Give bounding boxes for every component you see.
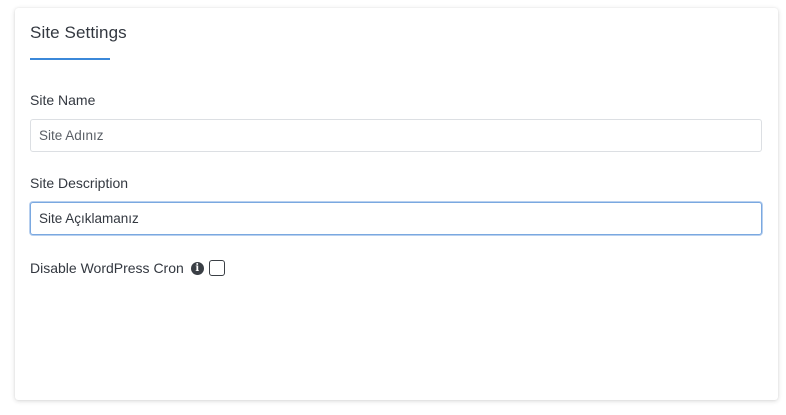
disable-cron-label: Disable WordPress Cron bbox=[30, 260, 184, 276]
site-name-input[interactable] bbox=[30, 119, 762, 152]
site-description-input[interactable] bbox=[30, 202, 762, 235]
disable-cron-checkbox[interactable] bbox=[208, 260, 225, 276]
site-description-label: Site Description bbox=[30, 175, 129, 191]
site-name-label: Site Name bbox=[30, 92, 96, 108]
info-icon[interactable]: i bbox=[190, 261, 204, 275]
title-underline bbox=[30, 58, 110, 60]
card-title: Site Settings bbox=[30, 23, 127, 42]
disable-cron-row: Disable WordPress Cron i bbox=[30, 258, 225, 278]
site-settings-card: Site Settings Site Name Site Description… bbox=[15, 8, 778, 400]
